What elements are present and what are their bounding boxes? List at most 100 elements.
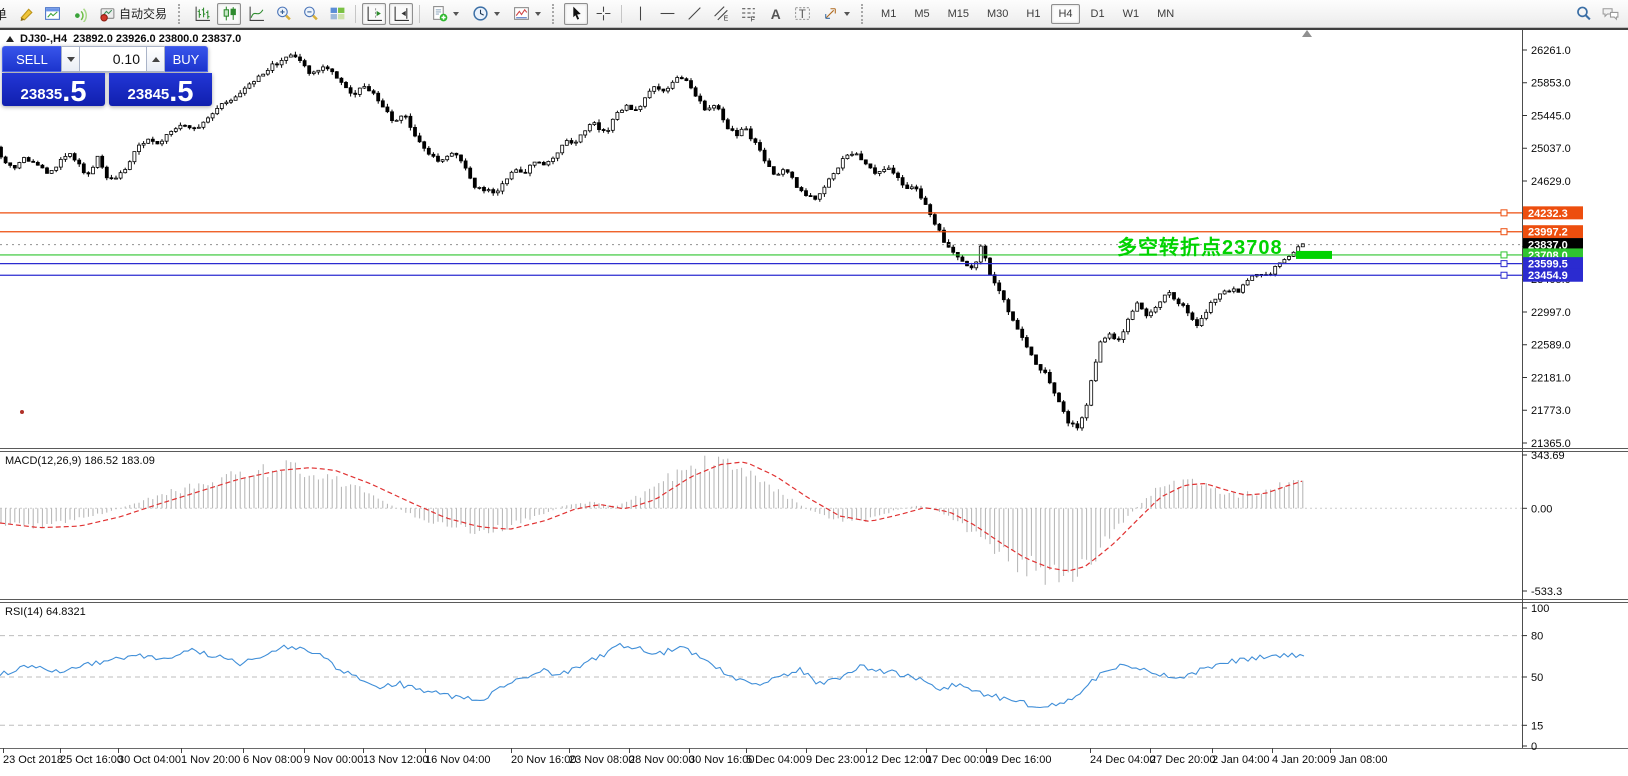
autotrading-label: 自动交易 [119,5,167,22]
fibonacci-button[interactable]: F [736,3,760,25]
mt4-window: 26261.025853.025445.025037.024629.024221… [0,0,1628,776]
svg-text:25037.0: 25037.0 [1531,143,1571,155]
vertical-line-icon [632,5,649,22]
chart-shift-button[interactable] [362,3,386,25]
text-button[interactable]: A [763,3,787,25]
svg-text:24629.0: 24629.0 [1531,176,1571,188]
svg-text:19 Dec 16:00: 19 Dec 16:00 [986,754,1051,766]
horizontal-line-button[interactable] [655,3,679,25]
svg-text:22997.0: 22997.0 [1531,307,1571,319]
indicators-button[interactable] [426,3,464,25]
svg-text:F: F [750,16,754,22]
timeframe-W1[interactable]: W1 [1116,4,1147,24]
svg-text:9 Jan 08:00: 9 Jan 08:00 [1330,754,1388,766]
crayon-icon [17,5,34,22]
crosshair-button[interactable] [591,3,615,25]
arrows-button[interactable] [817,3,855,25]
svg-text:22589.0: 22589.0 [1531,340,1571,352]
search-icon [1575,5,1592,22]
templates-button[interactable] [508,3,546,25]
chart-window-icon [44,5,61,22]
vertical-line-button[interactable] [628,3,652,25]
toolbar-separator [355,5,356,23]
chart-shift-icon [366,5,383,22]
caret-down-icon [453,12,459,16]
new-order-partial-label[interactable]: 单 [0,4,11,23]
svg-text:9 Dec 23:00: 9 Dec 23:00 [806,754,865,766]
cursor-button[interactable] [564,3,588,25]
timeframe-H1[interactable]: H1 [1019,4,1047,24]
sell-price-box[interactable]: 23835.5 [2,73,105,106]
svg-text:15: 15 [1531,720,1543,732]
channel-button[interactable]: E [709,3,733,25]
toolbar-grip [861,4,867,24]
one-click-trade-panel: SELL BUY 23835.5 23845.5 [2,46,212,106]
svg-text:24232.3: 24232.3 [1528,208,1568,220]
timeframe-M15[interactable]: M15 [941,4,976,24]
svg-text:100: 100 [1531,603,1549,615]
symbol-timeframe-label: DJ30-,H4 [20,33,67,45]
line-chart-button[interactable] [244,3,268,25]
sell-button[interactable]: SELL [2,46,61,72]
candlestick-icon [221,5,238,22]
svg-text:26261.0: 26261.0 [1531,45,1571,57]
text-label-button[interactable]: T [790,3,814,25]
indicator-add-icon [431,5,448,22]
timeframe-M1[interactable]: M1 [874,4,903,24]
svg-text:2 Jan 04:00: 2 Jan 04:00 [1212,754,1270,766]
toolbar-separator [621,5,622,23]
buy-price-box[interactable]: 23845.5 [109,73,212,106]
svg-text:22181.0: 22181.0 [1531,372,1571,384]
svg-text:50: 50 [1531,672,1543,684]
signal-icon [71,5,88,22]
svg-text:21365.0: 21365.0 [1531,438,1571,450]
bar-chart-button[interactable] [190,3,214,25]
svg-text:28 Nov 00:00: 28 Nov 00:00 [629,754,694,766]
buy-button[interactable]: BUY [165,46,208,72]
tile-windows-button[interactable] [325,3,349,25]
timeframe-M5[interactable]: M5 [907,4,936,24]
svg-text:30 Nov 16:00: 30 Nov 16:00 [689,754,754,766]
auto-scroll-button[interactable] [389,3,413,25]
candlestick-chart-button[interactable] [217,3,241,25]
timeframe-D1[interactable]: D1 [1084,4,1112,24]
svg-text:1 Nov 20:00: 1 Nov 20:00 [181,754,240,766]
zoom-out-button[interactable] [298,3,322,25]
search-button[interactable] [1571,3,1595,25]
chart-annotation-text[interactable]: 多空转折点23708 [1117,231,1283,260]
svg-text:23 Nov 08:00: 23 Nov 08:00 [569,754,634,766]
svg-text:E: E [723,15,728,22]
buy-price-pip: .5 [169,77,193,107]
toolbar-grip [178,4,184,24]
periods-button[interactable] [467,3,505,25]
cursor-icon [568,5,585,22]
sell-price-main: 23835 [21,86,63,103]
chat-button[interactable] [1598,3,1622,25]
timeframe-M30[interactable]: M30 [980,4,1015,24]
text-label-icon: T [794,5,811,22]
timeframe-H4[interactable]: H4 [1051,4,1079,24]
macd-indicator-label: MACD(12,26,9) 186.52 183.09 [5,455,155,467]
svg-text:24 Dec 04:00: 24 Dec 04:00 [1090,754,1155,766]
signal-button[interactable] [67,3,91,25]
toolbar: 单 自动交易 [0,0,1628,28]
new-chart-button[interactable] [40,3,64,25]
trendline-button[interactable] [682,3,706,25]
zoom-in-button[interactable] [271,3,295,25]
volume-increase-button[interactable] [146,46,165,72]
volume-input[interactable] [80,46,146,72]
svg-text:12 Dec 12:00: 12 Dec 12:00 [866,754,931,766]
tile-windows-icon [329,5,346,22]
svg-text:343.69: 343.69 [1531,450,1565,462]
clock-icon [472,5,489,22]
volume-decrease-button[interactable] [61,46,80,72]
window-frame-line [0,28,1628,30]
svg-text:0.00: 0.00 [1531,503,1552,515]
collapse-icon[interactable] [6,36,14,42]
svg-text:25445.0: 25445.0 [1531,110,1571,122]
toolbar-separator [419,5,420,23]
crayon-tool-button[interactable] [13,3,37,25]
chart-canvas[interactable]: 26261.025853.025445.025037.024629.024221… [0,0,1628,776]
autotrading-button[interactable]: 自动交易 [94,3,172,25]
timeframe-MN[interactable]: MN [1150,4,1181,24]
